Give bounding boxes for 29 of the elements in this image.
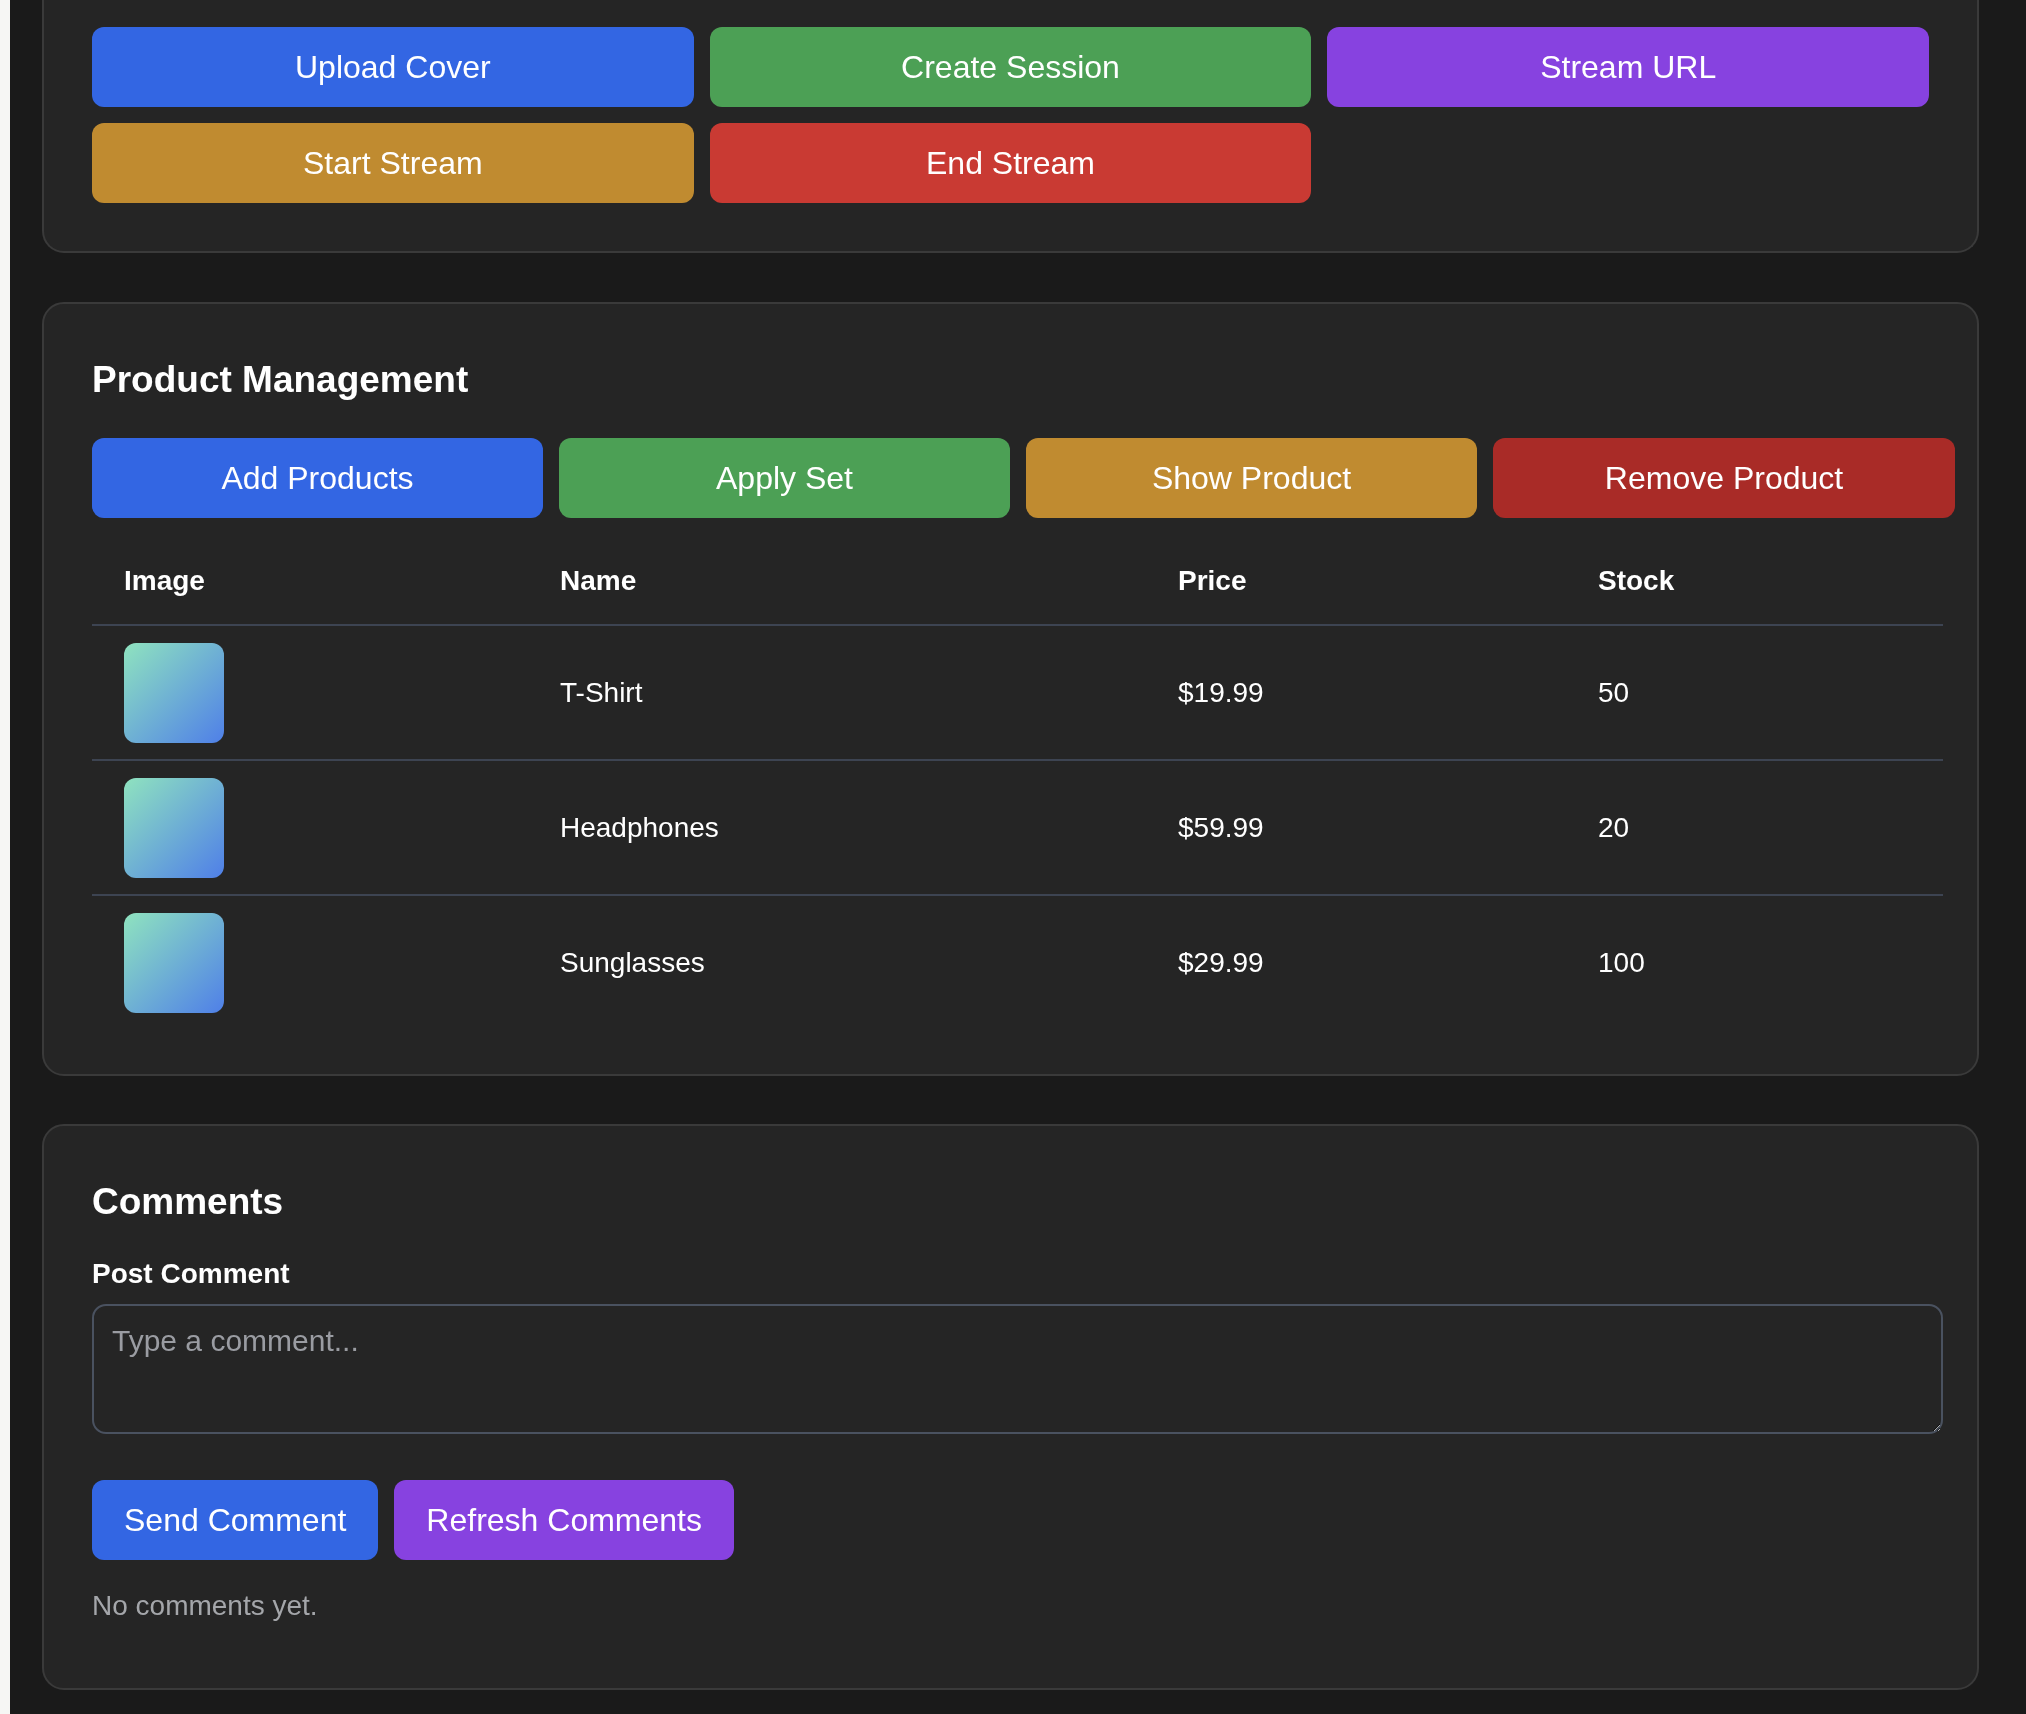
table-cell-text: 50 (1597, 676, 1631, 709)
action-button[interactable]: Create Session (709, 27, 1312, 107)
field-label: Post Comment (92, 1258, 291, 1290)
table-cell-text: Sunglasses (559, 946, 706, 979)
action-button[interactable]: Start Stream (92, 123, 694, 203)
action-button[interactable]: Add Products (92, 438, 543, 518)
column-header: Image (123, 565, 206, 597)
column-header: Stock (1597, 565, 1676, 597)
action-button[interactable]: Upload Cover (92, 27, 694, 107)
table-cell-text: Headphones (559, 811, 720, 844)
table-cell-text: $29.99 (1177, 946, 1265, 979)
action-button[interactable]: Stream URL (1327, 27, 1929, 107)
action-button[interactable]: Show Product (1026, 438, 1477, 518)
action-button[interactable]: Refresh Comments (394, 1480, 734, 1560)
table-cell-text: 20 (1597, 811, 1631, 844)
table-cell-text: 100 (1597, 946, 1646, 979)
column-header: Name (559, 565, 638, 597)
action-button[interactable]: End Stream (709, 123, 1312, 203)
comment-field[interactable]: Type a comment... (92, 1304, 1943, 1434)
table-cell-text: T-Shirt (559, 676, 644, 709)
column-header: Price (1177, 565, 1248, 597)
table-cell-text: $19.99 (1177, 676, 1265, 709)
empty-message: No comments yet. (92, 1590, 319, 1622)
section-title: Product Management (92, 358, 470, 402)
section-title: Comments (92, 1180, 285, 1224)
action-button[interactable]: Apply Set (559, 438, 1010, 518)
action-button[interactable]: Remove Product (1493, 438, 1955, 518)
table-cell-text: $59.99 (1177, 811, 1265, 844)
action-button[interactable]: Send Comment (92, 1480, 379, 1560)
